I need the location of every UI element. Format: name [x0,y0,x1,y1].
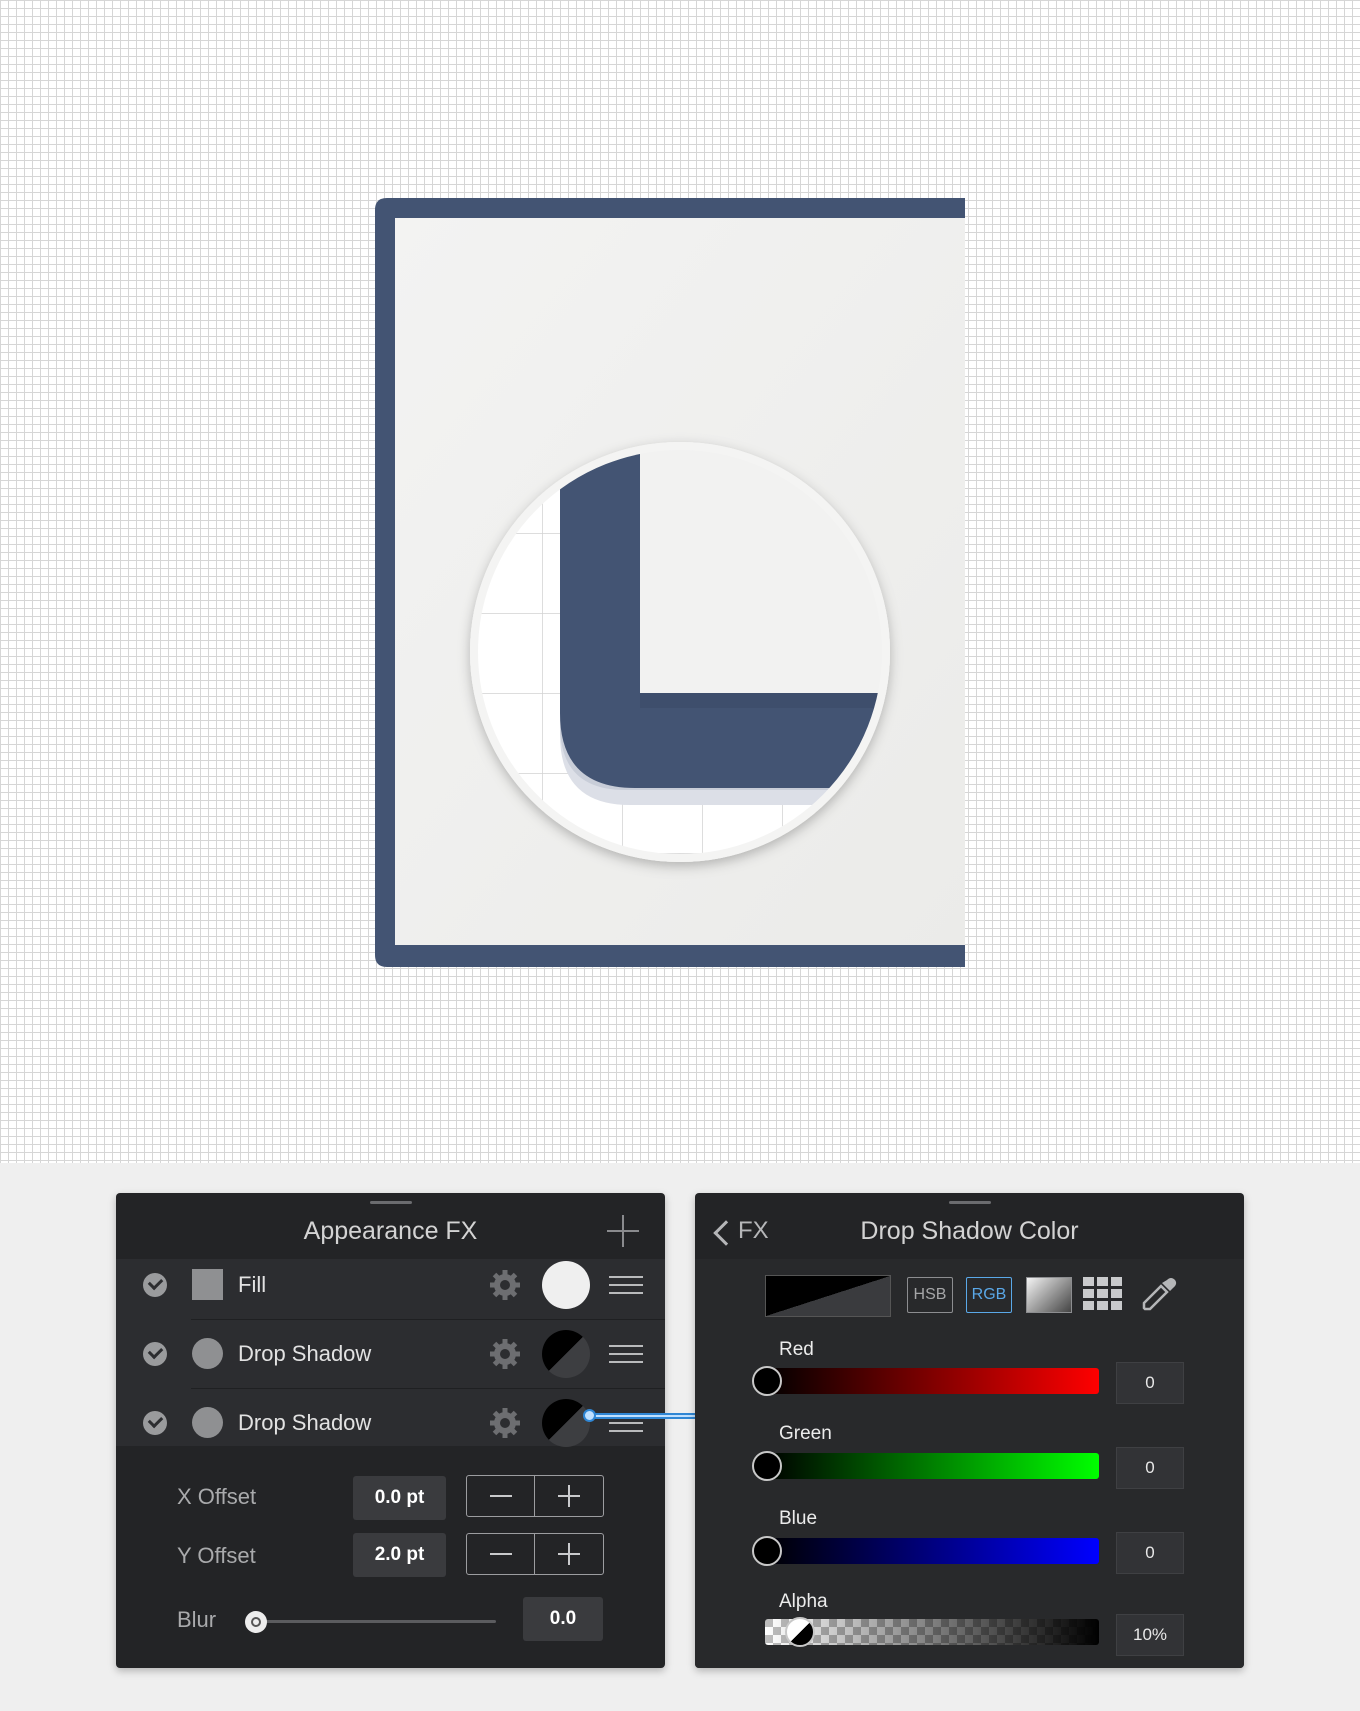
increment-button[interactable] [535,1534,603,1574]
panel-drag-handle[interactable] [369,1201,412,1204]
green-slider-knob[interactable] [752,1451,782,1481]
decrement-button[interactable] [467,1476,534,1516]
green-slider[interactable] [765,1453,1099,1479]
rgb-mode-button[interactable]: RGB [966,1277,1012,1313]
x-offset-field[interactable]: 0.0 pt [353,1476,446,1520]
checkmark-icon[interactable] [143,1411,167,1435]
panel-title: Drop Shadow Color [860,1217,1079,1245]
gear-icon[interactable] [488,1406,522,1440]
shadow-color-swatch[interactable] [542,1399,590,1447]
effect-label: Drop Shadow [238,1341,372,1366]
green-value-field[interactable]: 0 [1116,1447,1184,1489]
effect-label: Drop Shadow [238,1410,372,1435]
decrement-button[interactable] [467,1534,534,1574]
red-slider-knob[interactable] [752,1366,782,1396]
effect-row-drop-shadow[interactable]: Drop Shadow [116,1389,665,1458]
color-preview [765,1275,891,1317]
blur-slider-knob[interactable] [245,1611,267,1633]
effect-label: Fill [238,1272,267,1297]
panel-title: Appearance FX [303,1217,478,1245]
artboard-canvas[interactable] [0,0,1360,1163]
increment-button[interactable] [535,1476,603,1516]
effect-row-drop-shadow[interactable]: Drop Shadow [116,1320,665,1389]
connector-line [590,1413,696,1419]
red-value-field[interactable]: 0 [1116,1362,1184,1404]
shadow-swatch-icon [192,1407,223,1438]
alpha-label: Alpha [779,1591,828,1612]
shadow-color-swatch[interactable] [542,1330,590,1378]
blur-label: Blur [177,1607,217,1632]
checkmark-icon[interactable] [143,1342,167,1366]
red-slider[interactable] [765,1368,1099,1394]
add-effect-button[interactable] [607,1215,639,1247]
alpha-slider[interactable] [765,1619,1099,1645]
eyedropper-icon[interactable] [1140,1275,1178,1313]
y-offset-stepper [466,1533,604,1575]
artwork [375,198,965,967]
reorder-handle-icon[interactable] [609,1276,643,1294]
blue-slider[interactable] [765,1538,1099,1564]
connector-dot [583,1409,596,1422]
panel-drag-handle[interactable] [948,1201,991,1204]
fill-color-swatch[interactable] [542,1261,590,1309]
x-offset-label: X Offset [177,1484,257,1509]
shadow-swatch-icon [192,1338,223,1369]
y-offset-label: Y Offset [177,1543,256,1568]
x-offset-stepper [466,1475,604,1517]
swatches-grid-icon[interactable] [1083,1277,1125,1313]
blue-label: Blue [779,1508,818,1529]
gear-icon[interactable] [488,1268,522,1302]
reorder-handle-icon[interactable] [609,1345,643,1363]
green-label: Green [779,1423,832,1444]
blur-slider[interactable] [256,1620,496,1623]
blue-slider-knob[interactable] [752,1536,782,1566]
fill-swatch-icon [192,1269,223,1300]
red-label: Red [779,1339,814,1360]
gradient-mode-icon[interactable] [1026,1277,1072,1313]
effect-row-fill[interactable]: Fill [116,1251,665,1320]
gear-icon[interactable] [488,1337,522,1371]
hsb-mode-button[interactable]: HSB [907,1277,953,1313]
blue-value-field[interactable]: 0 [1116,1532,1184,1574]
checkmark-icon[interactable] [143,1273,167,1297]
drop-shadow-color-panel: FX Drop Shadow Color HSB RGB Red 0 Green… [695,1193,1244,1668]
alpha-value-field[interactable]: 10% [1116,1614,1184,1656]
appearance-fx-panel: Appearance FX Fill Drop Shadow Drop Shad… [116,1193,665,1668]
blur-field[interactable]: 0.0 [523,1597,603,1641]
y-offset-field[interactable]: 2.0 pt [353,1533,446,1577]
